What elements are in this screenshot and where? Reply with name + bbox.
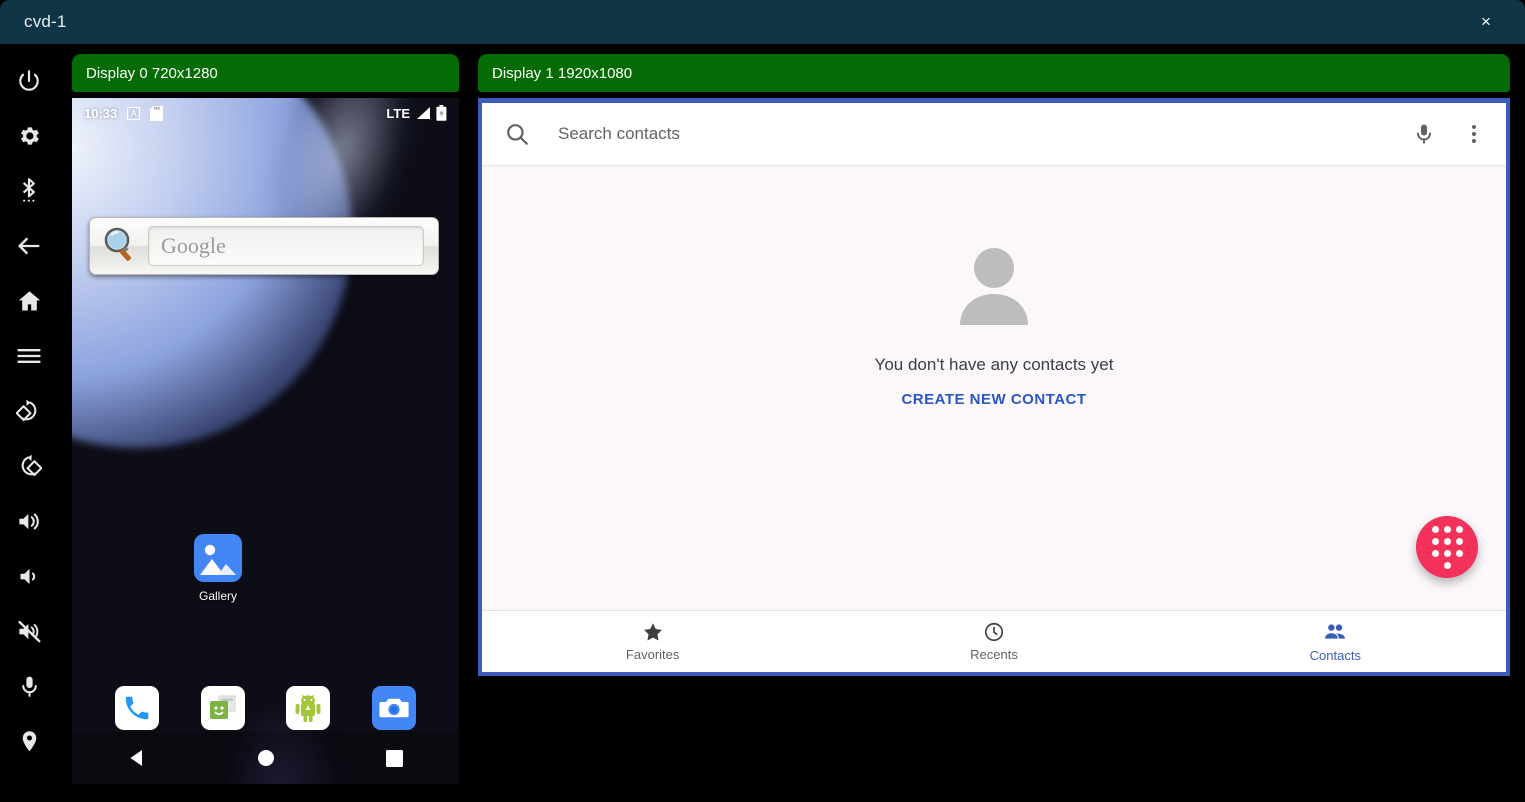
display-1-panel: Display 1 1920x1080 Search contacts — [478, 54, 1510, 676]
volume-down-icon[interactable] — [6, 553, 52, 599]
phone-dock — [72, 686, 459, 730]
tab-label-contacts: Contacts — [1310, 648, 1361, 663]
search-icon — [504, 121, 530, 147]
phone-status-bar: 10:33 A LTE — [72, 98, 459, 128]
empty-state-title: You don't have any contacts yet — [875, 355, 1114, 375]
nav-back-icon[interactable] — [114, 735, 160, 781]
people-icon — [1323, 620, 1347, 644]
display-0-header: Display 0 720x1280 — [72, 54, 459, 92]
phone-screen[interactable]: 10:33 A LTE — [72, 98, 459, 784]
star-icon — [642, 621, 664, 643]
phone-navigation-bar — [72, 732, 459, 784]
app-icon-android[interactable] — [286, 686, 330, 730]
display-1-header: Display 1 1920x1080 — [478, 54, 1510, 92]
window-titlebar: cvd-1 × — [0, 0, 1525, 44]
tab-recents[interactable]: Recents — [823, 621, 1164, 662]
overflow-menu-icon[interactable] — [1464, 122, 1484, 146]
sdcard-icon — [150, 106, 163, 121]
contacts-tab-bar: Favorites Recents — [482, 610, 1506, 672]
microphone-icon[interactable] — [1412, 122, 1436, 146]
dialpad-fab[interactable] — [1416, 516, 1478, 578]
contacts-empty-state: You don't have any contacts yet CREATE N… — [482, 243, 1506, 408]
google-search-input[interactable]: Google — [148, 226, 424, 266]
close-icon[interactable]: × — [1475, 11, 1497, 33]
contacts-search-bar[interactable]: Search contacts — [482, 103, 1506, 165]
app-label-gallery: Gallery — [199, 589, 237, 603]
clock-icon — [983, 621, 1005, 643]
contacts-screen: Search contacts — [478, 98, 1510, 676]
tab-label-favorites: Favorites — [626, 647, 679, 662]
signal-icon — [415, 106, 431, 120]
window-title: cvd-1 — [24, 12, 67, 32]
google-search-placeholder: Google — [161, 233, 226, 259]
create-new-contact-link[interactable]: CREATE NEW CONTACT — [901, 391, 1086, 408]
nav-home-icon[interactable] — [243, 735, 289, 781]
status-time: 10:33 — [84, 106, 117, 121]
app-icon-messages[interactable] — [201, 686, 245, 730]
app-icon-camera[interactable] — [372, 686, 416, 730]
gear-icon[interactable] — [6, 113, 52, 159]
arrow-back-icon[interactable] — [6, 223, 52, 269]
rotate-right-icon[interactable] — [6, 443, 52, 489]
emulator-window: cvd-1 × — [0, 0, 1525, 802]
search-input[interactable]: Search contacts — [558, 124, 1412, 144]
tab-label-recents: Recents — [970, 647, 1018, 662]
location-icon[interactable] — [6, 718, 52, 764]
volume-mute-icon[interactable] — [6, 608, 52, 654]
microphone-icon[interactable] — [6, 663, 52, 709]
power-icon[interactable] — [6, 58, 52, 104]
rotate-left-icon[interactable] — [6, 388, 52, 434]
battery-icon — [436, 105, 447, 121]
display-0-panel: Display 0 720x1280 10:33 A — [72, 54, 459, 784]
person-placeholder-icon — [951, 243, 1037, 329]
dialpad-icon — [1432, 526, 1463, 569]
tab-contacts[interactable]: Contacts — [1165, 620, 1506, 663]
app-icon-gallery[interactable]: Gallery — [194, 534, 242, 603]
search-icon[interactable] — [98, 223, 144, 269]
alarm-icon: A — [127, 107, 140, 120]
menu-icon[interactable] — [6, 333, 52, 379]
gallery-icon — [194, 534, 242, 582]
tab-favorites[interactable]: Favorites — [482, 621, 823, 662]
google-search-widget[interactable]: Google — [89, 217, 439, 275]
home-icon[interactable] — [6, 278, 52, 324]
control-sidebar — [0, 44, 58, 802]
status-network: LTE — [386, 106, 410, 121]
bluetooth-icon[interactable] — [6, 168, 52, 214]
volume-up-icon[interactable] — [6, 498, 52, 544]
app-icon-phone[interactable] — [115, 686, 159, 730]
nav-recents-icon[interactable] — [372, 735, 418, 781]
